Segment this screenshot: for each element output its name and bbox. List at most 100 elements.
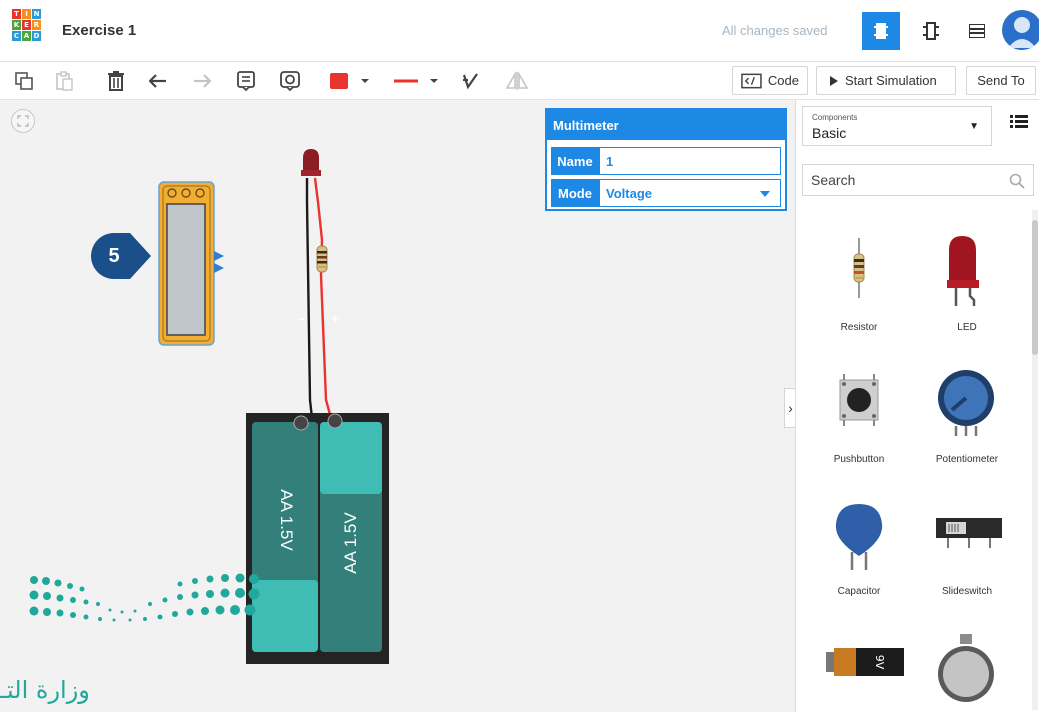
play-icon: [830, 75, 838, 86]
list-view-button[interactable]: [1010, 114, 1034, 138]
battery-pack[interactable]: [246, 413, 389, 664]
logo-letter: R: [32, 20, 41, 30]
note-toggle-icon: [280, 71, 300, 91]
logo-letter: D: [32, 31, 41, 41]
wire-style-icon: [394, 79, 438, 83]
component-label: Pushbutton: [833, 454, 885, 465]
led[interactable]: [301, 149, 321, 176]
chevron-right-icon: ›: [788, 400, 793, 416]
red-wire[interactable]: [313, 177, 333, 419]
tinkercad-logo[interactable]: T I N K E R C A D: [12, 9, 41, 53]
component-slideswitch[interactable]: Slideswitch: [912, 490, 1022, 610]
component-potentiometer[interactable]: Potentiometer: [912, 358, 1022, 478]
sidebar-scroll-thumb[interactable]: [1032, 220, 1038, 355]
start-simulation-button[interactable]: Start Simulation: [816, 66, 956, 95]
slideswitch-icon: [936, 518, 1002, 548]
undo-icon: [149, 74, 166, 88]
component-led[interactable]: LED: [912, 226, 1022, 346]
delete-button[interactable]: [104, 68, 128, 94]
ministry-watermark-text: وزارة التـ: [0, 676, 90, 704]
component-search-input[interactable]: Search: [802, 164, 1034, 196]
flip-button[interactable]: [502, 68, 532, 94]
chevron-down-icon: [760, 191, 770, 197]
list-view-icon: [1010, 115, 1028, 128]
logo-letter: K: [12, 20, 21, 30]
logo-letter: N: [32, 9, 41, 19]
callout-number: 5: [108, 244, 120, 267]
pushbutton-icon: [839, 374, 879, 426]
circuit-view-button[interactable]: [862, 12, 900, 50]
schematic-view-button[interactable]: [912, 12, 950, 50]
align-icon: [462, 73, 478, 90]
potentiometer-icon: [938, 370, 994, 436]
component-resistor[interactable]: Resistor: [804, 226, 914, 346]
component-9v-battery[interactable]: 9V: [804, 630, 914, 710]
wire-style-dropdown[interactable]: [392, 68, 444, 94]
component-label: Slideswitch: [941, 586, 993, 597]
battery-9v-text: 9V: [873, 655, 886, 670]
logo-letter: I: [22, 9, 31, 19]
redo-icon: [194, 74, 211, 88]
mode-row: Mode Voltage: [551, 179, 781, 207]
inspector-title: Multimeter: [547, 110, 785, 140]
step-callout: 5: [90, 232, 152, 280]
name-row: Name 1: [551, 147, 781, 175]
name-label: Name: [551, 147, 599, 175]
components-sidebar: Components Basic ▼ Search Resistor LED P…: [795, 100, 1039, 712]
notes-icon: [237, 71, 255, 91]
component-list-view-button[interactable]: [958, 12, 996, 50]
name-value: 1: [606, 153, 614, 169]
battery-positive-terminal: +: [331, 311, 339, 326]
battery-9v-icon: 9V: [826, 648, 904, 676]
undo-button[interactable]: [146, 68, 170, 94]
notes-button[interactable]: [234, 68, 258, 94]
component-label: Capacitor: [837, 586, 881, 597]
chevron-down-icon: ▼: [969, 121, 979, 132]
code-button-label: Code: [767, 73, 799, 88]
logo-letter: T: [12, 9, 21, 19]
led-icon: [947, 236, 979, 306]
component-list-icon: [969, 24, 985, 38]
multimeter-inspector: Multimeter Name 1 Mode Voltage: [545, 108, 787, 211]
components-dropdown-value: Basic: [812, 125, 847, 141]
resistor[interactable]: [316, 245, 328, 273]
fill-color-dropdown[interactable]: [328, 68, 374, 94]
search-icon: [1009, 173, 1025, 189]
name-input[interactable]: 1: [599, 147, 781, 175]
battery-cell-1-label: AA 1.5V: [277, 489, 296, 551]
color-swatch-icon: [330, 73, 369, 89]
component-coin-cell[interactable]: [912, 630, 1022, 710]
send-to-label: Send To: [977, 73, 1025, 88]
logo-letter: A: [22, 31, 31, 41]
component-pushbutton[interactable]: Pushbutton: [804, 358, 914, 478]
paste-button[interactable]: [52, 68, 76, 94]
save-status: All changes saved: [722, 23, 828, 38]
delete-icon: [108, 71, 124, 91]
battery-negative-terminal: −: [297, 312, 305, 326]
resistor-icon: [853, 238, 865, 298]
project-title[interactable]: Exercise 1: [62, 22, 136, 39]
code-button[interactable]: Code: [732, 66, 808, 95]
mode-select[interactable]: Voltage: [599, 179, 781, 207]
battery-cell-2-label: AA 1.5V: [341, 512, 360, 574]
send-to-button[interactable]: Send To: [966, 66, 1036, 95]
ministry-logo-watermark: [29, 573, 260, 622]
components-dropdown[interactable]: Components Basic ▼: [802, 106, 992, 146]
code-icon: [741, 73, 762, 88]
copy-icon: [15, 72, 33, 90]
redo-button[interactable]: [190, 68, 214, 94]
component-capacitor[interactable]: Capacitor: [804, 490, 914, 610]
mode-value: Voltage: [606, 185, 652, 201]
align-button[interactable]: [458, 68, 482, 94]
multimeter[interactable]: [158, 181, 224, 346]
component-label: Resistor: [840, 322, 878, 333]
user-avatar[interactable]: [1002, 10, 1039, 50]
tinkercad-editor: T I N K E R C A D Exercise 1 All changes…: [0, 0, 1039, 712]
copy-button[interactable]: [12, 68, 36, 94]
logo-letter: E: [22, 20, 31, 30]
flip-icon: [505, 71, 529, 90]
black-wire[interactable]: [305, 178, 314, 419]
edit-toolbar: Code Start Simulation Send To: [0, 62, 1039, 100]
top-bar: T I N K E R C A D Exercise 1 All changes…: [0, 0, 1039, 62]
notes-toggle-button[interactable]: [278, 68, 302, 94]
